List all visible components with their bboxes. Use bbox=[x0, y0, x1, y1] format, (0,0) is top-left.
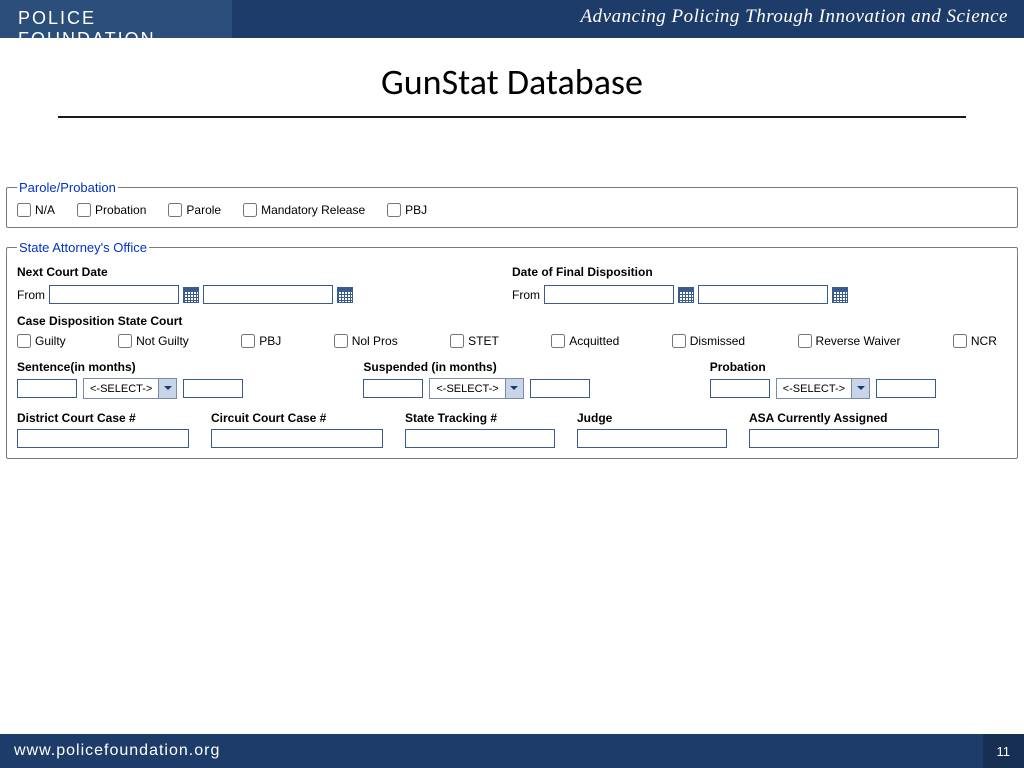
footer-bar: www.policefoundation.org 11 bbox=[0, 734, 1024, 768]
sentence-input-a[interactable] bbox=[17, 379, 77, 398]
disp-notguilty[interactable]: Not Guilty bbox=[118, 334, 189, 348]
district-case-input[interactable] bbox=[17, 429, 189, 448]
suspended-label: Suspended (in months) bbox=[363, 360, 589, 374]
calendar-icon[interactable] bbox=[832, 287, 848, 303]
disp-acquitted[interactable]: Acquitted bbox=[551, 334, 619, 348]
sentence-label: Sentence(in months) bbox=[17, 360, 243, 374]
judge-input[interactable] bbox=[577, 429, 727, 448]
checkbox[interactable] bbox=[241, 334, 255, 348]
suspended-input-b[interactable] bbox=[530, 379, 590, 398]
parole-opt-probation[interactable]: Probation bbox=[77, 203, 146, 217]
next-court-from-input[interactable] bbox=[49, 285, 179, 304]
next-court-to-input[interactable] bbox=[203, 285, 333, 304]
from-label: From bbox=[512, 288, 540, 302]
circuit-case-label: Circuit Court Case # bbox=[211, 411, 383, 425]
org-name: POLICE FOUNDATION bbox=[0, 0, 232, 38]
checkbox[interactable] bbox=[798, 334, 812, 348]
checkbox[interactable] bbox=[953, 334, 967, 348]
circuit-case-input[interactable] bbox=[211, 429, 383, 448]
final-disp-from-input[interactable] bbox=[544, 285, 674, 304]
checkbox[interactable] bbox=[118, 334, 132, 348]
asa-label: ASA Currently Assigned bbox=[749, 411, 939, 425]
calendar-icon[interactable] bbox=[678, 287, 694, 303]
suspended-select[interactable]: <-SELECT-> bbox=[429, 378, 523, 399]
checkbox[interactable] bbox=[17, 203, 31, 217]
from-label: From bbox=[17, 288, 45, 302]
case-disp-label: Case Disposition State Court bbox=[17, 314, 1007, 328]
calendar-icon[interactable] bbox=[337, 287, 353, 303]
parole-opt-mandatory[interactable]: Mandatory Release bbox=[243, 203, 365, 217]
next-court-label: Next Court Date bbox=[17, 265, 512, 279]
district-case-label: District Court Case # bbox=[17, 411, 189, 425]
parole-opt-parole[interactable]: Parole bbox=[168, 203, 221, 217]
parole-options-row: N/A Probation Parole Mandatory Release P… bbox=[17, 203, 1007, 217]
form-area: Parole/Probation N/A Probation Parole Ma… bbox=[6, 180, 1018, 459]
parole-probation-fieldset: Parole/Probation N/A Probation Parole Ma… bbox=[6, 180, 1018, 228]
checkbox[interactable] bbox=[77, 203, 91, 217]
asa-input[interactable] bbox=[749, 429, 939, 448]
checkbox[interactable] bbox=[387, 203, 401, 217]
disp-reversewaiver[interactable]: Reverse Waiver bbox=[798, 334, 901, 348]
sao-fieldset: State Attorney's Office Next Court Date … bbox=[6, 240, 1018, 459]
header-bar: POLICE FOUNDATION Advancing Policing Thr… bbox=[0, 0, 1024, 38]
sao-legend: State Attorney's Office bbox=[17, 240, 149, 255]
checkbox[interactable] bbox=[334, 334, 348, 348]
final-disp-to-input[interactable] bbox=[698, 285, 828, 304]
disp-dismissed[interactable]: Dismissed bbox=[672, 334, 745, 348]
checkbox[interactable] bbox=[551, 334, 565, 348]
sentence-input-b[interactable] bbox=[183, 379, 243, 398]
header-tagline: Advancing Policing Through Innovation an… bbox=[232, 0, 1024, 38]
page-title: GunStat Database bbox=[0, 60, 1024, 104]
probation-select[interactable]: <-SELECT-> bbox=[776, 378, 870, 399]
final-disp-label: Date of Final Disposition bbox=[512, 265, 1007, 279]
parole-opt-pbj[interactable]: PBJ bbox=[387, 203, 427, 217]
suspended-input-a[interactable] bbox=[363, 379, 423, 398]
chevron-down-icon[interactable] bbox=[158, 379, 176, 398]
sentence-select[interactable]: <-SELECT-> bbox=[83, 378, 177, 399]
calendar-icon[interactable] bbox=[183, 287, 199, 303]
chevron-down-icon[interactable] bbox=[505, 379, 523, 398]
page-number: 11 bbox=[983, 734, 1024, 768]
disp-pbj[interactable]: PBJ bbox=[241, 334, 281, 348]
chevron-down-icon[interactable] bbox=[851, 379, 869, 398]
probation-input-a[interactable] bbox=[710, 379, 770, 398]
parole-legend: Parole/Probation bbox=[17, 180, 118, 195]
checkbox[interactable] bbox=[450, 334, 464, 348]
title-underline bbox=[58, 116, 966, 118]
disp-ncr[interactable]: NCR bbox=[953, 334, 997, 348]
state-tracking-input[interactable] bbox=[405, 429, 555, 448]
state-tracking-label: State Tracking # bbox=[405, 411, 555, 425]
checkbox[interactable] bbox=[17, 334, 31, 348]
footer-url: www.policefoundation.org bbox=[14, 742, 220, 760]
disp-guilty[interactable]: Guilty bbox=[17, 334, 66, 348]
probation-label: Probation bbox=[710, 360, 936, 374]
judge-label: Judge bbox=[577, 411, 727, 425]
checkbox[interactable] bbox=[243, 203, 257, 217]
disp-nolpros[interactable]: Nol Pros bbox=[334, 334, 398, 348]
disp-stet[interactable]: STET bbox=[450, 334, 499, 348]
checkbox[interactable] bbox=[168, 203, 182, 217]
checkbox[interactable] bbox=[672, 334, 686, 348]
parole-opt-na[interactable]: N/A bbox=[17, 203, 55, 217]
probation-input-b[interactable] bbox=[876, 379, 936, 398]
